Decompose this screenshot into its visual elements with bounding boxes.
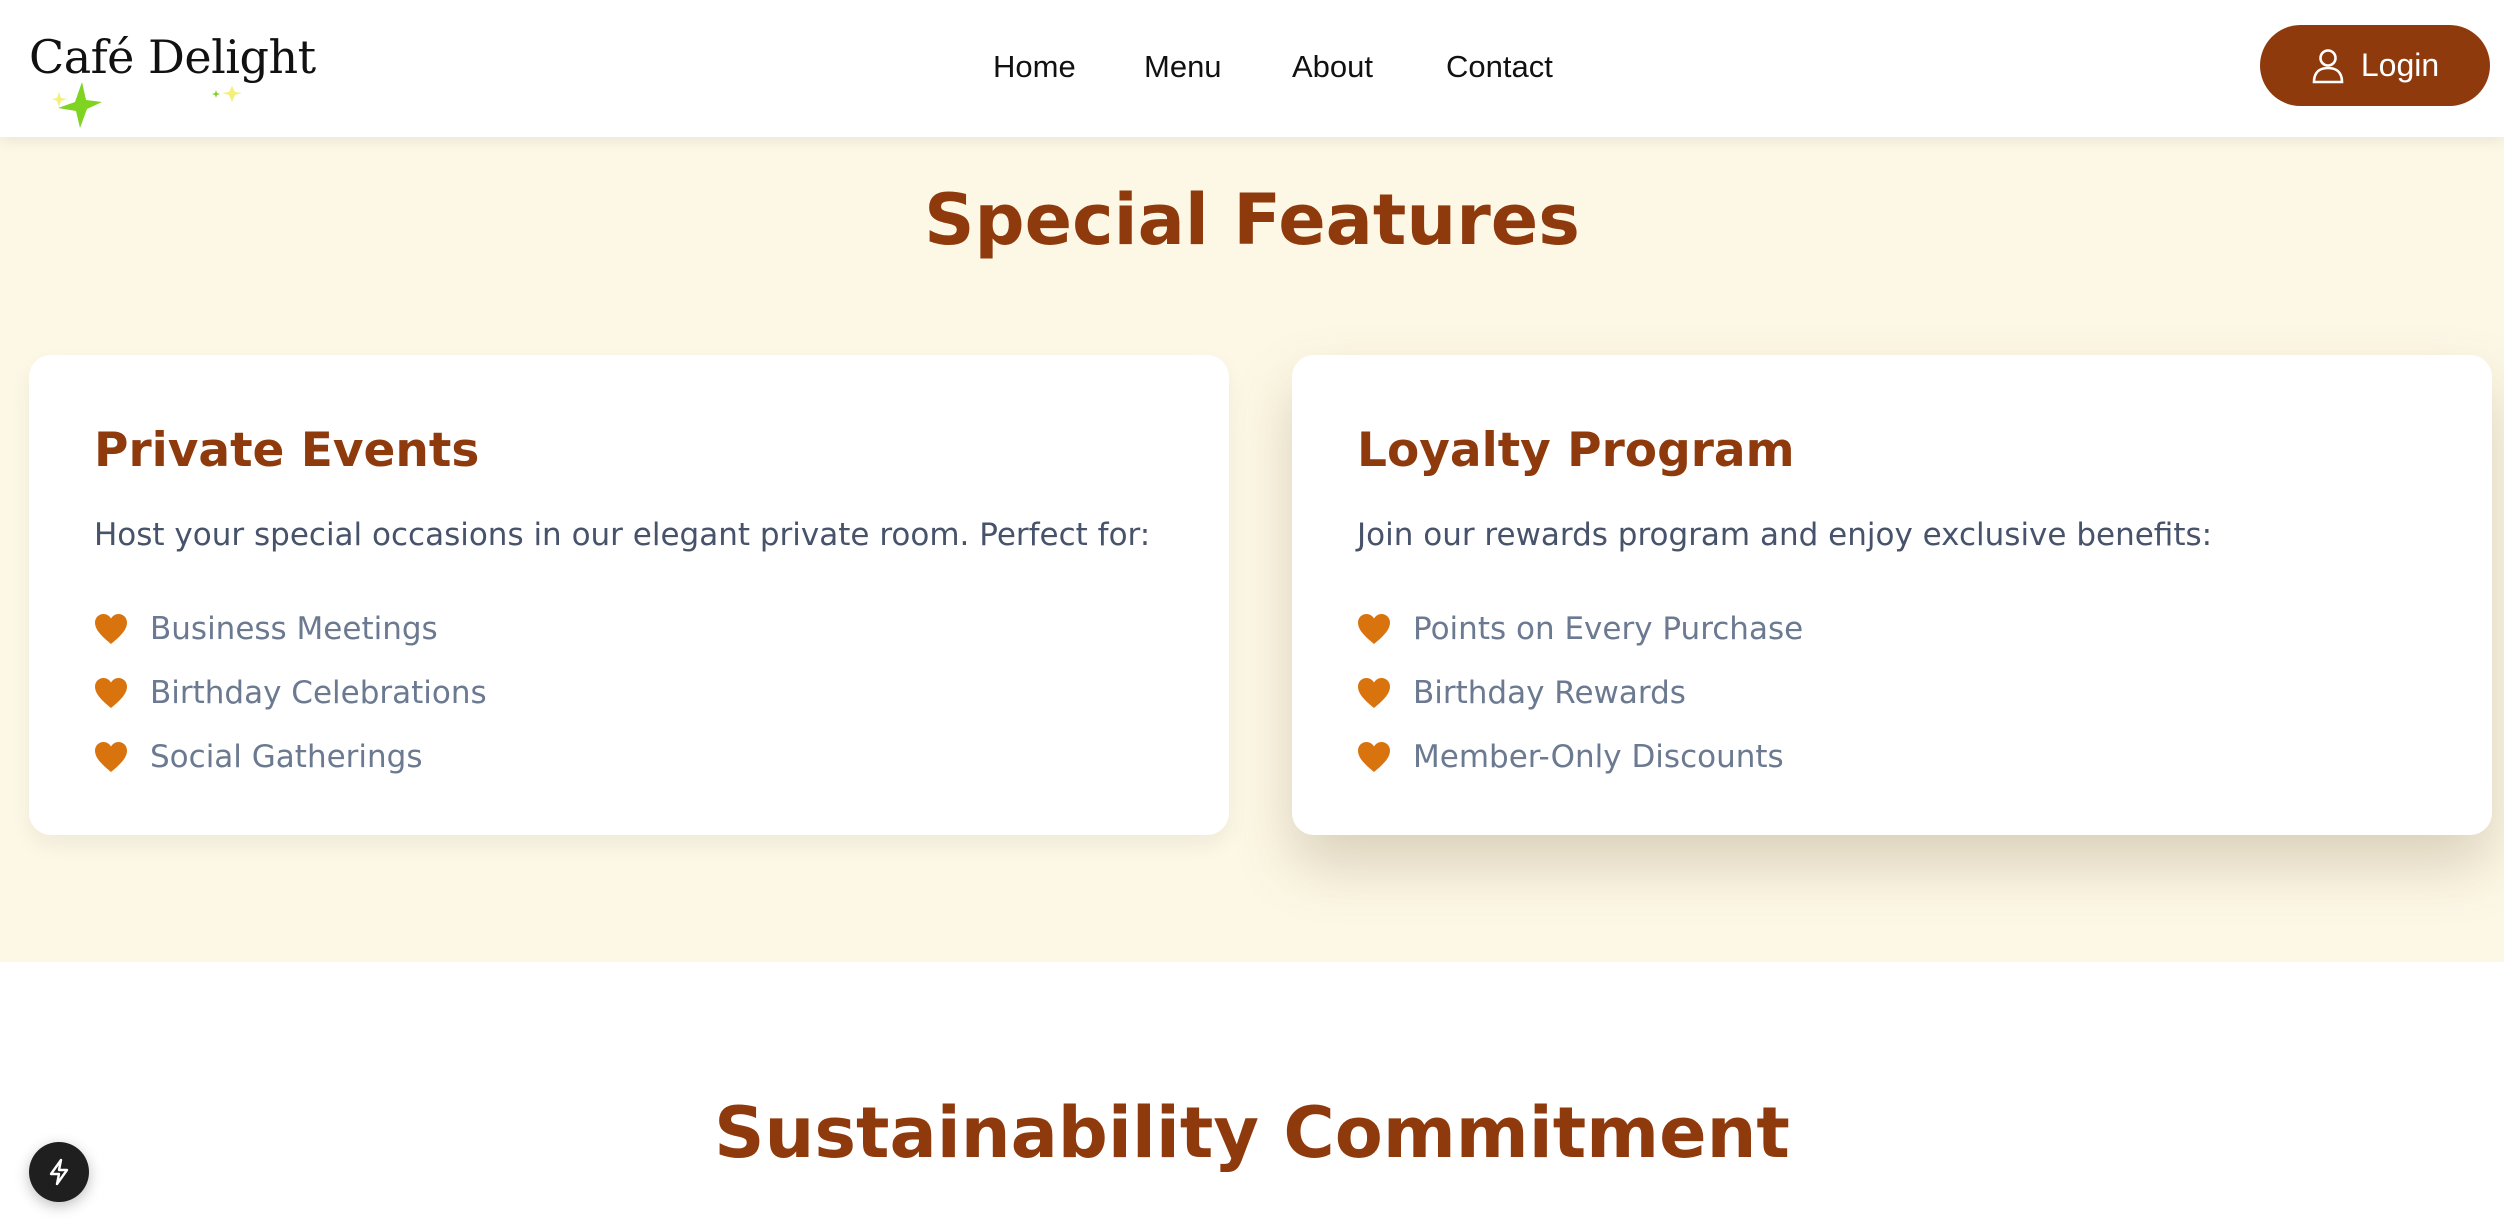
lightning-icon <box>49 1158 69 1186</box>
list-item: Social Gatherings <box>94 725 487 789</box>
card-title: Private Events <box>94 423 480 478</box>
list-item-label: Birthday Rewards <box>1413 675 1686 711</box>
main-nav: Home Menu About Contact <box>0 44 2504 94</box>
list-item: Birthday Rewards <box>1357 661 1803 725</box>
heart-icon <box>95 678 127 708</box>
list-item: Points on Every Purchase <box>1357 597 1803 661</box>
list-item-label: Points on Every Purchase <box>1413 611 1804 647</box>
user-icon <box>2312 48 2344 83</box>
card-description: Host your special occasions in our elega… <box>94 517 1151 553</box>
section-title: Special Features <box>924 179 1580 261</box>
list-item-label: Business Meetings <box>150 611 438 647</box>
list-item: Business Meetings <box>94 597 487 661</box>
heart-icon <box>95 614 127 644</box>
list-item: Birthday Celebrations <box>94 661 487 725</box>
feature-list: Business Meetings Birthday Celebrations … <box>94 597 487 789</box>
login-label: Login <box>2360 47 2440 83</box>
nav-contact[interactable]: Contact <box>1446 44 1553 90</box>
feature-list: Points on Every Purchase Birthday Reward… <box>1357 597 1803 789</box>
list-item-label: Birthday Celebrations <box>150 675 487 711</box>
nav-menu[interactable]: Menu <box>1144 44 1222 90</box>
heart-icon <box>1358 678 1390 708</box>
special-features-section: Special Features Private Events Host you… <box>0 137 2504 962</box>
feature-card-loyalty-program: Loyalty Program Join our rewards program… <box>1292 355 2492 835</box>
heart-icon <box>1358 742 1390 772</box>
quick-action-button[interactable] <box>29 1142 89 1202</box>
nav-home[interactable]: Home <box>993 44 1076 90</box>
nav-about[interactable]: About <box>1292 44 1373 90</box>
heart-icon <box>95 742 127 772</box>
sustainability-title: Sustainability Commitment <box>714 1092 1790 1174</box>
list-item-label: Member-Only Discounts <box>1413 739 1784 775</box>
heart-icon <box>1358 614 1390 644</box>
card-description: Join our rewards program and enjoy exclu… <box>1357 517 2213 553</box>
site-header: Café Delight Home Menu About Contact Log… <box>0 0 2504 137</box>
list-item-label: Social Gatherings <box>150 739 423 775</box>
login-button[interactable]: Login <box>2260 25 2490 106</box>
card-title: Loyalty Program <box>1357 423 1795 478</box>
feature-card-private-events: Private Events Host your special occasio… <box>29 355 1229 835</box>
list-item: Member-Only Discounts <box>1357 725 1803 789</box>
